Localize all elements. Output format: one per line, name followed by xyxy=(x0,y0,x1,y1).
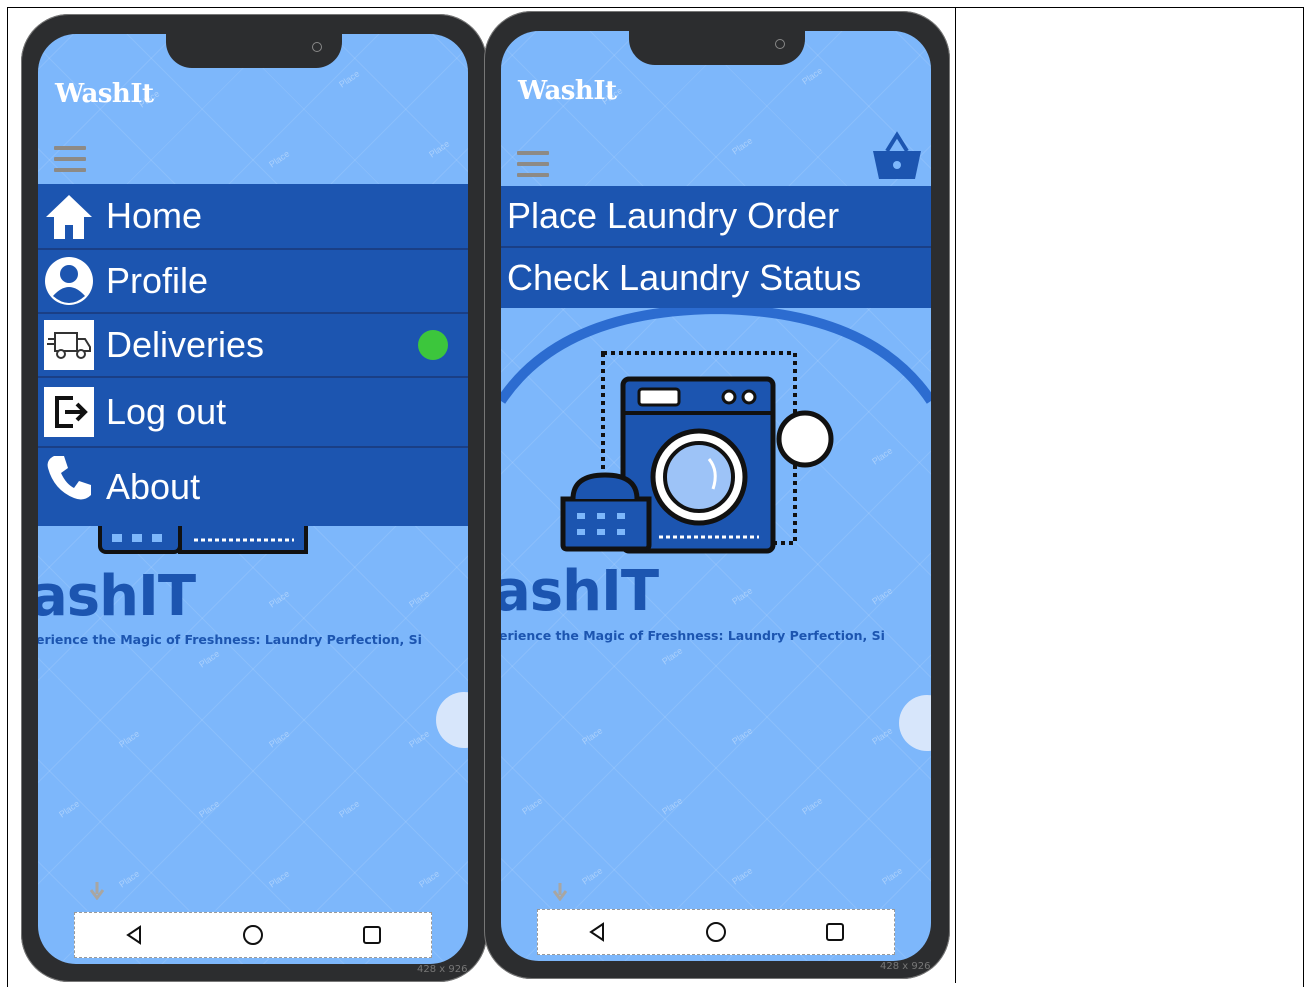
brand-logo-text: ashIT xyxy=(38,564,196,629)
shopping-basket-icon[interactable] xyxy=(871,131,923,183)
app-title: WashIt xyxy=(518,76,617,106)
camera-icon xyxy=(312,42,322,52)
hamburger-menu-icon[interactable] xyxy=(54,146,86,178)
menu-item-label: Profile xyxy=(106,260,209,301)
phone-screen: Place Place Place Place Place Place Plac… xyxy=(501,31,931,961)
tagline: erience the Magic of Freshness: Laundry … xyxy=(38,632,422,647)
delivery-truck-icon xyxy=(44,320,94,370)
artboard-size-label: 428 x 926 xyxy=(417,964,468,975)
menu-item-profile[interactable]: Profile xyxy=(38,250,468,314)
android-nav-bar xyxy=(537,909,895,955)
phone-screen: Place Place Place Place Place Place Plac… xyxy=(38,34,468,964)
home-circle-icon[interactable] xyxy=(703,919,729,945)
tagline: erience the Magic of Freshness: Laundry … xyxy=(501,628,885,643)
menu-item-label: Place Laundry Order xyxy=(507,195,840,236)
floating-action-button[interactable] xyxy=(899,695,931,751)
menu-item-deliveries[interactable]: Deliveries xyxy=(38,314,468,378)
profile-icon xyxy=(44,256,94,306)
status-badge xyxy=(418,330,448,360)
hamburger-menu-icon[interactable] xyxy=(517,151,549,183)
app-title: WashIt xyxy=(55,79,154,109)
home-icon xyxy=(44,191,94,241)
phone-icon xyxy=(44,452,94,502)
phone-notch xyxy=(629,31,805,65)
order-menu: Place Laundry Order Check Laundry Status xyxy=(501,186,931,308)
figure-divider xyxy=(955,7,956,983)
phone-mockup-order: Place Place Place Place Place Place Plac… xyxy=(484,11,950,979)
recents-square-icon[interactable] xyxy=(822,919,848,945)
back-icon[interactable] xyxy=(584,919,610,945)
menu-item-label: Log out xyxy=(106,391,227,432)
menu-item-check-laundry-status[interactable]: Check Laundry Status xyxy=(501,248,931,308)
logout-icon xyxy=(44,387,94,437)
down-arrow-icon xyxy=(553,883,567,901)
brand-logo-text: ashIT xyxy=(501,559,659,624)
menu-item-label: About xyxy=(106,466,201,507)
home-circle-icon[interactable] xyxy=(240,922,266,948)
down-arrow-icon xyxy=(90,882,104,900)
menu-item-about[interactable]: About xyxy=(38,448,468,526)
android-nav-bar xyxy=(74,912,432,958)
menu-item-label: Home xyxy=(106,195,203,236)
washing-machine-illustration xyxy=(560,351,834,554)
menu-item-home[interactable]: Home xyxy=(38,184,468,250)
camera-icon xyxy=(775,39,785,49)
back-icon[interactable] xyxy=(121,922,147,948)
side-menu: Home Profile Deliveries Log out About xyxy=(38,184,468,526)
menu-item-label: Deliveries xyxy=(106,324,265,365)
menu-item-logout[interactable]: Log out xyxy=(38,378,468,448)
artboard-size-label: 428 x 926 xyxy=(880,961,931,972)
phone-notch xyxy=(166,34,342,68)
phone-mockup-menu: Place Place Place Place Place Place Plac… xyxy=(21,14,487,982)
menu-item-label: Check Laundry Status xyxy=(507,257,862,298)
menu-item-place-laundry-order[interactable]: Place Laundry Order xyxy=(501,186,931,248)
floating-action-button[interactable] xyxy=(436,692,468,748)
recents-square-icon[interactable] xyxy=(359,922,385,948)
